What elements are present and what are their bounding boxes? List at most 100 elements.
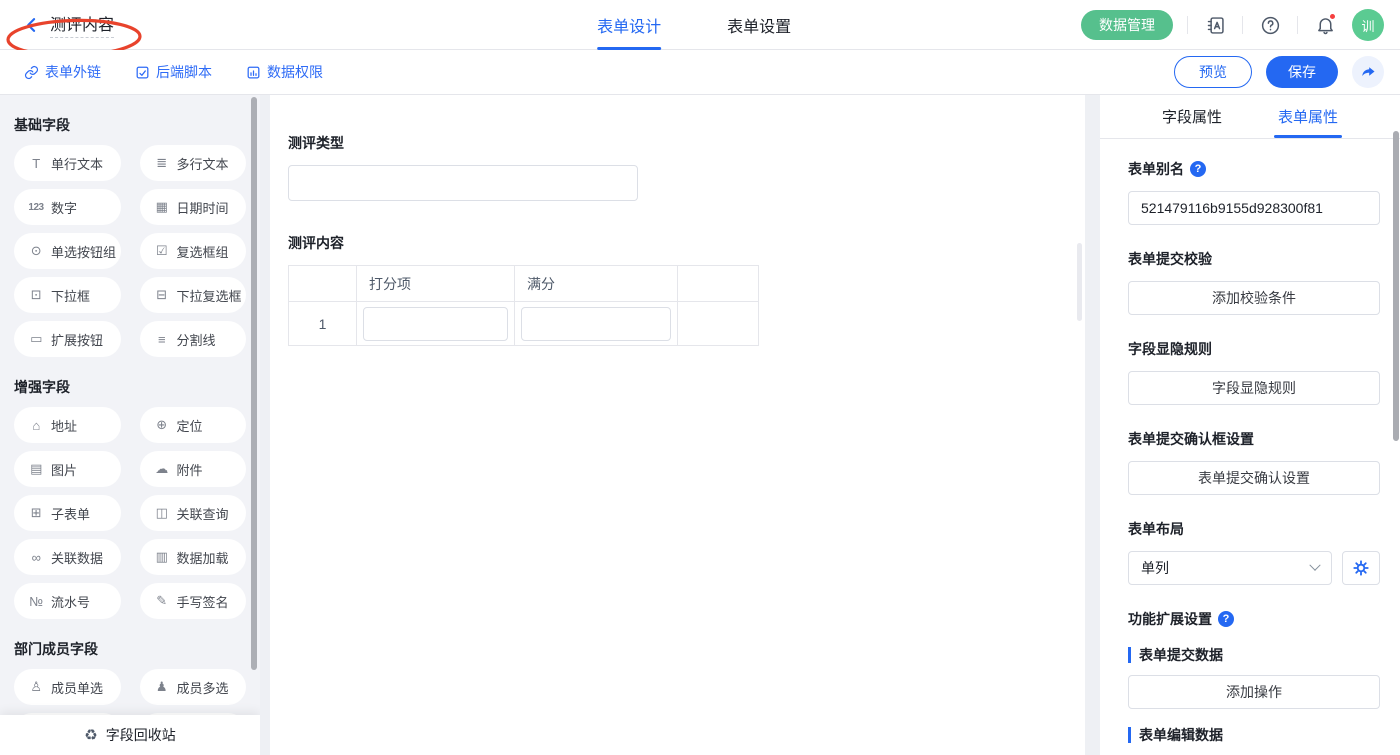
- field-item-extend-button[interactable]: ▭ 扩展按钮: [14, 321, 121, 357]
- preview-button[interactable]: 预览: [1174, 56, 1252, 88]
- field-palette-scroll[interactable]: 基础字段 T 单行文本 ≣ 多行文本 123 数字 ▦ 日期时间 ⊙ 单选按钮组 ☑ 复选框…: [0, 95, 260, 755]
- field-item-attachment[interactable]: ☁ 附件: [139, 451, 246, 487]
- properties-panel: 字段属性 表单属性 表单别名 ? 表单提交校验 添加校验条件 字段显隐规则 字段…: [1100, 95, 1400, 755]
- notification-bell-icon[interactable]: [1312, 12, 1338, 38]
- field-item-serial-number[interactable]: № 流水号: [14, 583, 121, 619]
- field-item-location[interactable]: ⊕ 定位: [139, 407, 246, 443]
- tab-form-properties[interactable]: 表单属性: [1273, 95, 1343, 138]
- divider: [1297, 16, 1298, 34]
- field-item-data-load[interactable]: ▥ 数据加载: [139, 539, 246, 575]
- share-button[interactable]: [1352, 56, 1384, 88]
- field-visibility-label: 字段显隐规则: [1128, 341, 1212, 357]
- divider: [1242, 16, 1243, 34]
- section-title-basic-fields: 基础字段: [14, 117, 70, 133]
- linked-query-icon: ◫: [155, 505, 168, 520]
- field-item-number[interactable]: 123 数字: [14, 189, 121, 225]
- col-header-empty: [677, 265, 759, 302]
- checkbox-group-icon: ☑: [155, 243, 168, 258]
- canvas-scrollbar[interactable]: [1077, 243, 1082, 321]
- canvas-subform-table: 打分项 满分 1: [288, 265, 759, 346]
- linked-data-icon: ∞: [31, 549, 41, 565]
- field-item-linked-query[interactable]: ◫ 关联查询: [139, 495, 246, 531]
- help-icon[interactable]: [1257, 12, 1283, 38]
- field-item-datetime[interactable]: ▦ 日期时间: [139, 189, 246, 225]
- field-item-dropdown[interactable]: ⊡ 下拉框: [14, 277, 121, 313]
- attachment-icon: ☁: [155, 461, 168, 476]
- submit-confirm-button[interactable]: 表单提交确认设置: [1128, 461, 1380, 495]
- field-recycle-bin[interactable]: ♻ 字段回收站: [0, 715, 260, 755]
- field-item-signature[interactable]: ✎ 手写签名: [139, 583, 246, 619]
- field-item-checkbox-group[interactable]: ☑ 复选框组: [139, 233, 246, 269]
- field-item-radio-group[interactable]: ⊙ 单选按钮组: [14, 233, 121, 269]
- field-visibility-button[interactable]: 字段显隐规则: [1128, 371, 1380, 405]
- form-layout-label: 表单布局: [1128, 521, 1184, 537]
- sidebar-scrollbar[interactable]: [251, 97, 257, 670]
- field-item-image[interactable]: ▤ 图片: [14, 451, 121, 487]
- form-alias-input[interactable]: [1128, 191, 1380, 225]
- single-line-text-icon: T: [32, 155, 40, 171]
- properties-content: 表单别名 ? 表单提交校验 添加校验条件 字段显隐规则 字段显隐规则 表单提交确…: [1100, 139, 1400, 755]
- canvas-field-label-type: 测评类型: [288, 135, 344, 151]
- col-header-max-score: 满分: [514, 265, 678, 302]
- submit-data-add-action-button[interactable]: 添加操作: [1128, 675, 1380, 709]
- header-right: 数据管理 训: [1081, 0, 1384, 50]
- canvas-field-label-content: 测评内容: [288, 235, 344, 251]
- avatar[interactable]: 训: [1352, 9, 1384, 41]
- field-item-member-single[interactable]: ♙ 成员单选: [14, 669, 121, 705]
- form-canvas[interactable]: 测评类型 测评内容 打分项 满分 1: [270, 95, 1085, 755]
- field-item-multi-line-text[interactable]: ≣ 多行文本: [139, 145, 246, 181]
- extension-settings-section: 功能扩展设置 ? 表单提交数据 添加操作 表单编辑数据 添加操作: [1128, 609, 1380, 755]
- extension-help-icon[interactable]: ?: [1218, 611, 1234, 627]
- score-item-cell: [356, 301, 515, 346]
- panel-scrollbar[interactable]: [1393, 131, 1399, 441]
- field-item-linked-data[interactable]: ∞ 关联数据: [14, 539, 121, 575]
- submit-confirm-section: 表单提交确认框设置 表单提交确认设置: [1128, 429, 1380, 495]
- save-button[interactable]: 保存: [1266, 56, 1338, 88]
- canvas-input-type[interactable]: [288, 165, 638, 201]
- tab-form-settings[interactable]: 表单设置: [727, 0, 791, 50]
- recycle-icon: ♻: [84, 727, 98, 744]
- backend-script-link[interactable]: 后端脚本: [135, 62, 212, 82]
- field-item-dropdown-multi[interactable]: ⊟ 下拉复选框: [139, 277, 246, 313]
- contacts-icon[interactable]: [1202, 12, 1228, 38]
- data-permission-link[interactable]: 数据权限: [246, 62, 323, 82]
- divider: [1187, 16, 1188, 34]
- form-layout-section: 表单布局 单列: [1128, 519, 1380, 585]
- form-external-link[interactable]: 表单外链: [24, 62, 101, 82]
- field-item-subform[interactable]: ⊞ 子表单: [14, 495, 121, 531]
- field-item-member-multi[interactable]: ♟ 成员多选: [139, 669, 246, 705]
- add-validation-button[interactable]: 添加校验条件: [1128, 281, 1380, 315]
- field-palette-sidebar: 基础字段 T 单行文本 ≣ 多行文本 123 数字 ▦ 日期时间 ⊙ 单选按钮组 ☑ 复选框…: [0, 95, 260, 755]
- field-item-single-line-text[interactable]: T 单行文本: [14, 145, 121, 181]
- data-manage-button[interactable]: 数据管理: [1081, 10, 1173, 40]
- member-multi-icon: ♟: [155, 679, 168, 694]
- col-header-score-item: 打分项: [356, 265, 515, 302]
- location-icon: ⊕: [156, 417, 167, 432]
- form-submit-validation-section: 表单提交校验 添加校验条件: [1128, 249, 1380, 315]
- empty-cell: [677, 301, 759, 346]
- field-visibility-section: 字段显隐规则 字段显隐规则: [1128, 339, 1380, 405]
- tab-form-design[interactable]: 表单设计: [597, 0, 662, 50]
- radio-group-icon: ⊙: [30, 243, 42, 258]
- form-layout-select[interactable]: 单列: [1128, 551, 1332, 585]
- back-group[interactable]: 测评内容: [0, 11, 142, 58]
- form-toolbar: 表单外链 后端脚本 数据权限 预览 保存: [0, 50, 1400, 95]
- row-index-cell: 1: [288, 301, 357, 346]
- chevron-down-icon: [1309, 559, 1321, 571]
- serial-number-icon: №: [29, 593, 43, 609]
- field-item-address[interactable]: ⌂ 地址: [14, 407, 121, 443]
- field-item-divider-line[interactable]: ≡ 分割线: [139, 321, 246, 357]
- score-item-input[interactable]: [363, 306, 508, 341]
- col-header-index: [288, 265, 357, 302]
- page-title[interactable]: 测评内容: [50, 11, 115, 38]
- number-icon: 123: [28, 201, 44, 213]
- form-alias-help-icon[interactable]: ?: [1190, 161, 1206, 177]
- back-icon[interactable]: [22, 15, 42, 35]
- table-header-row: 打分项 满分: [288, 265, 759, 302]
- form-submit-validation-label: 表单提交校验: [1128, 251, 1212, 267]
- multi-line-text-icon: ≣: [156, 155, 167, 170]
- max-score-input[interactable]: [521, 306, 671, 341]
- tab-field-properties[interactable]: 字段属性: [1162, 95, 1222, 138]
- layout-settings-button[interactable]: [1342, 551, 1380, 585]
- notification-badge: [1329, 13, 1336, 20]
